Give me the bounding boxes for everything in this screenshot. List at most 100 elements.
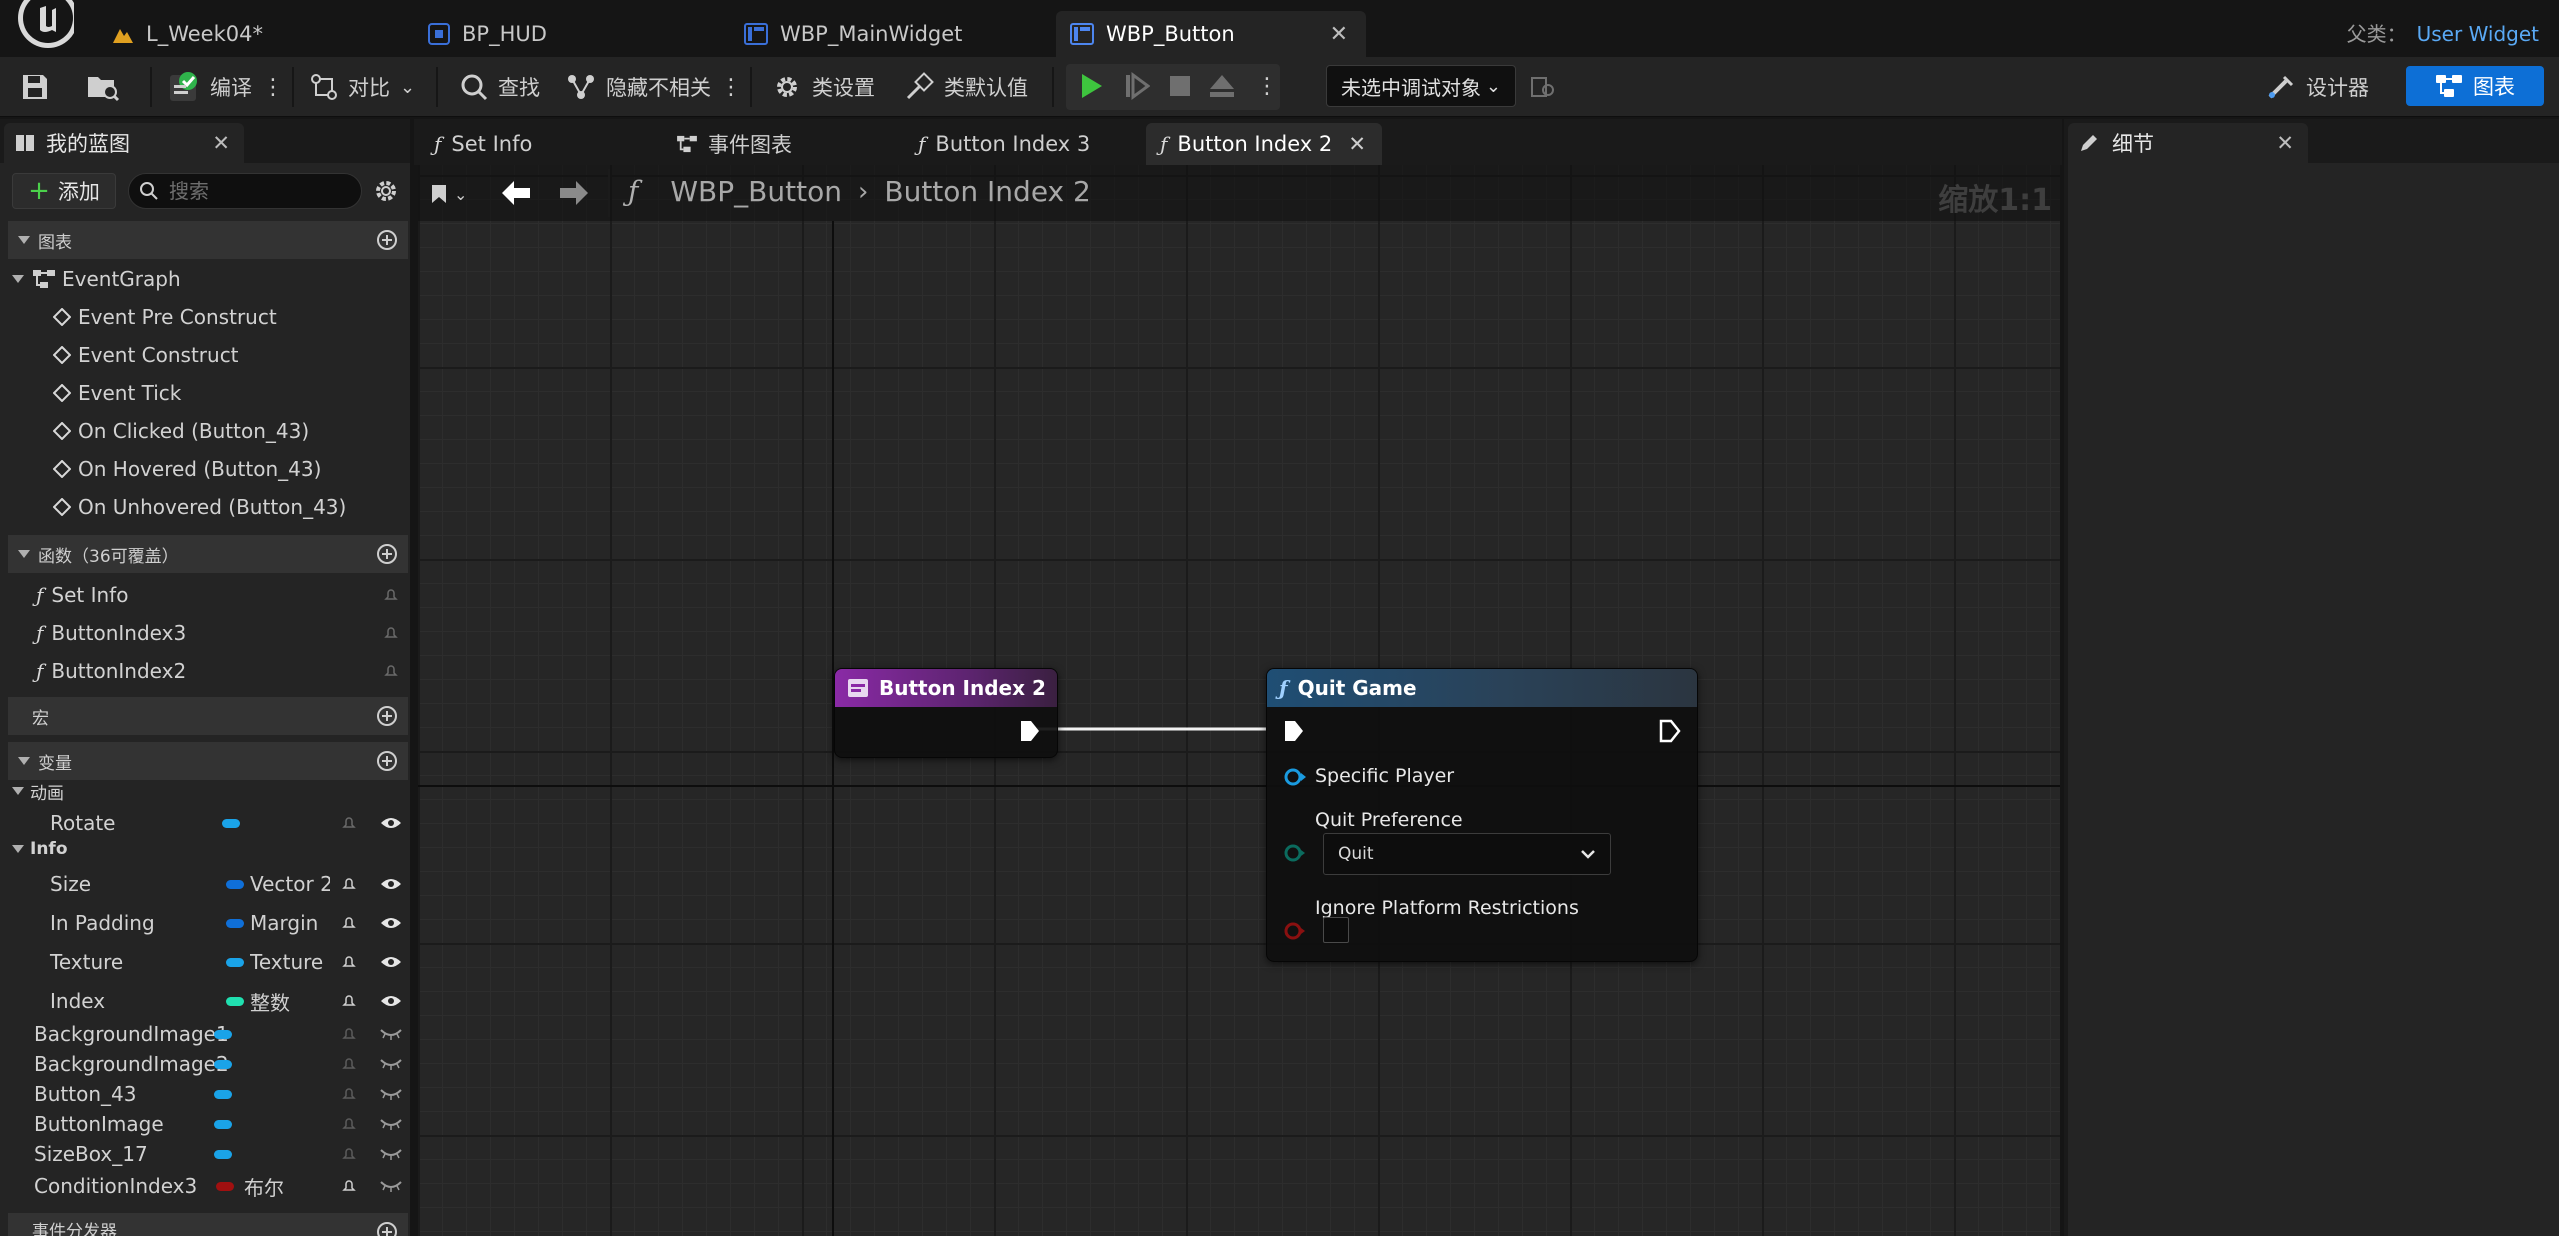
close-icon[interactable]: ✕ [1348,132,1366,156]
graph-mode-button[interactable]: 图表 [2406,66,2544,106]
bell-icon[interactable] [341,1116,357,1132]
eye-open-icon[interactable] [380,876,402,892]
bell-icon[interactable] [341,1086,357,1102]
variable-item[interactable]: BackgroundImage2 [0,1048,408,1080]
function-node-quit-game[interactable]: ƒ Quit Game Specific Player Quit Prefere… [1266,668,1698,962]
bell-icon[interactable] [341,1146,357,1162]
add-circle-icon[interactable] [376,543,398,565]
function-item[interactable]: ƒ Set Info [0,577,408,613]
variable-item[interactable]: Button_43 [0,1078,408,1110]
close-icon[interactable]: ✕ [2276,131,2294,155]
function-item[interactable]: ƒ ButtonIndex3 [0,615,408,651]
add-circle-icon[interactable] [376,1221,398,1236]
add-circle-icon[interactable] [376,229,398,251]
doc-tab-wbp-mainwidget[interactable]: WBP_MainWidget [730,11,1050,57]
bell-icon[interactable] [341,993,357,1009]
exec-in-pin-icon[interactable] [1283,719,1305,743]
variable-item[interactable]: ConditionIndex3 布尔 [0,1169,408,1203]
hide-unrelated-options-button[interactable]: ⋮ [720,65,742,109]
section-functions[interactable]: 函数（36可覆盖） [8,535,408,573]
bookmark-button[interactable]: ⌄ [430,179,476,209]
step-button[interactable] [1124,64,1150,108]
browse-button[interactable] [86,65,120,109]
bell-icon[interactable] [341,815,357,831]
class-settings-button[interactable]: 类设置 [772,65,875,109]
eject-button[interactable] [1208,64,1236,108]
search-input[interactable] [169,179,339,203]
section-variables[interactable]: 变量 [8,742,408,780]
bell-icon[interactable] [341,1178,357,1194]
doc-tab-level[interactable]: L_Week04* [98,11,408,57]
doc-tab-wbp-button[interactable]: WBP_Button ✕ [1056,11,1366,57]
event-node-button-index-2[interactable]: Button Index 2 [834,668,1058,758]
exec-out-pin-icon[interactable] [1019,719,1041,743]
eye-open-icon[interactable] [380,915,402,931]
parent-class-link[interactable]: User Widget [2417,22,2539,46]
debug-find-button[interactable] [1530,65,1556,109]
add-button[interactable]: + 添加 [12,173,116,209]
tab-button-index-2[interactable]: ƒ Button Index 2 ✕ [1146,123,1382,165]
eye-closed-icon[interactable] [380,1180,402,1192]
eye-closed-icon[interactable] [380,1148,402,1160]
variable-category-animation[interactable]: 动画 [0,777,408,805]
my-blueprint-tab[interactable]: 我的蓝图 ✕ [4,123,244,163]
eye-open-icon[interactable] [380,993,402,1009]
variable-item[interactable]: Index 整数 [0,983,408,1019]
bool-pin-icon[interactable] [1283,921,1307,941]
hide-unrelated-button[interactable]: 隐藏不相关 [566,65,711,109]
variable-item[interactable]: SizeBox_17 [0,1138,408,1170]
tree-item-event[interactable]: Event Construct [0,337,408,373]
close-icon[interactable]: ✕ [212,131,230,155]
bell-icon[interactable] [341,954,357,970]
quit-preference-dropdown[interactable]: Quit [1323,833,1611,875]
graph-canvas[interactable]: ⌄ ƒ WBP_Button › Button Index 2 缩放1:1 Bu… [418,165,2060,1236]
designer-mode-button[interactable]: 设计器 [2252,66,2383,108]
variable-item[interactable]: ButtonImage [0,1108,408,1140]
bell-icon[interactable] [383,625,399,641]
tab-event-graph[interactable]: 事件图表 [662,123,898,165]
bell-icon[interactable] [341,915,357,931]
doc-tab-bp-hud[interactable]: BP_HUD [414,11,724,57]
variable-item[interactable]: Size Vector 2D [0,866,408,902]
details-tab[interactable]: 细节 ✕ [2068,123,2308,163]
tree-item-event[interactable]: Event Tick [0,375,408,411]
compile-button[interactable]: 编译 [168,65,252,109]
find-button[interactable]: 查找 [460,65,540,109]
node-header[interactable]: Button Index 2 [835,669,1057,707]
enum-pin-icon[interactable] [1283,843,1307,863]
tree-item-event[interactable]: Event Pre Construct [0,299,408,335]
class-defaults-button[interactable]: 类默认值 [904,65,1028,109]
debug-object-select[interactable]: 未选中调试对象 ⌄ [1326,65,1516,107]
bell-icon[interactable] [341,1026,357,1042]
add-circle-icon[interactable] [376,750,398,772]
section-macros[interactable]: 宏 [8,697,408,735]
save-button[interactable] [20,65,50,109]
eye-open-icon[interactable] [380,815,402,831]
tree-item-event[interactable]: On Unhovered (Button_43) [0,489,408,525]
exec-out-pin-icon[interactable] [1659,719,1681,743]
eye-closed-icon[interactable] [380,1028,402,1040]
section-graphs[interactable]: 图表 [8,221,408,259]
tab-button-index-3[interactable]: ƒ Button Index 3 [904,123,1140,165]
variable-item[interactable]: Texture Texture 2D [0,944,408,980]
bell-icon[interactable] [341,876,357,892]
section-event-dispatchers[interactable]: 事件分发器 [8,1213,408,1236]
arrow-right-icon[interactable] [558,177,590,209]
bell-icon[interactable] [383,663,399,679]
variable-item[interactable]: BackgroundImage1 [0,1018,408,1050]
settings-gear-icon[interactable] [372,177,400,205]
play-options-button[interactable]: ⋮ [1256,64,1278,108]
diff-button[interactable]: 对比 ⌄ [310,65,415,109]
object-pin-icon[interactable] [1283,767,1307,787]
tab-set-info[interactable]: ƒ Set Info [420,123,656,165]
function-item[interactable]: ƒ ButtonIndex2 [0,653,408,689]
tree-item-event[interactable]: On Clicked (Button_43) [0,413,408,449]
variable-item[interactable]: In Padding Margin [0,905,408,941]
stop-button[interactable] [1168,64,1192,108]
eye-closed-icon[interactable] [380,1088,402,1100]
tree-item-eventgraph[interactable]: EventGraph [0,261,408,297]
close-icon[interactable]: ✕ [1330,22,1348,47]
bell-icon[interactable] [341,1056,357,1072]
variable-category-info[interactable]: Info [0,835,408,863]
play-button[interactable] [1080,64,1104,108]
